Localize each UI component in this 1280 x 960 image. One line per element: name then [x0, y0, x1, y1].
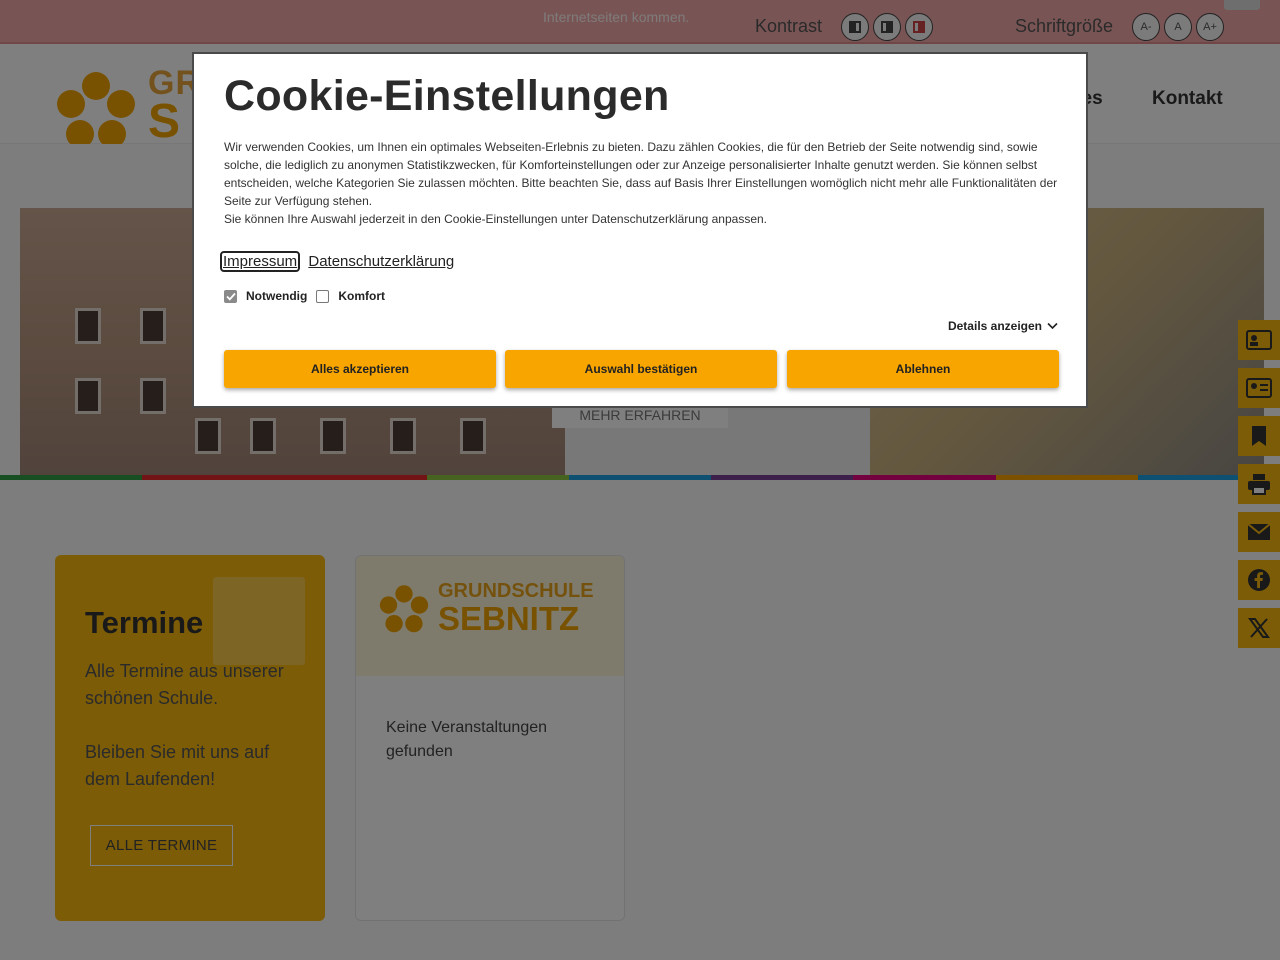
cookie-category-checkboxes: Notwendig Komfort [224, 289, 394, 303]
cookie-links: Impressum Datenschutzerklärung [219, 251, 460, 272]
checkmark-icon [225, 292, 236, 301]
notwendig-label: Notwendig [246, 289, 308, 303]
cookie-description-text: Wir verwenden Cookies, um Ihnen ein opti… [224, 140, 1058, 208]
notwendig-checkbox[interactable] [224, 289, 237, 303]
impressum-link[interactable]: Impressum [219, 251, 301, 272]
confirm-selection-button[interactable]: Auswahl bestätigen [505, 350, 777, 388]
details-toggle[interactable]: Details anzeigen [948, 319, 1058, 333]
komfort-label: Komfort [338, 289, 385, 303]
cookie-settings-dialog: Cookie-Einstellungen Wir verwenden Cooki… [192, 52, 1088, 408]
cookie-description-text-2: Sie können Ihre Auswahl jederzeit in den… [224, 212, 768, 226]
details-label: Details anzeigen [947, 319, 1042, 333]
komfort-checkbox[interactable] [316, 289, 330, 303]
accept-all-button[interactable]: Alles akzeptieren [224, 350, 496, 388]
reject-button[interactable]: Ablehnen [787, 350, 1059, 388]
cookie-dialog-title: Cookie-Einstellungen [224, 72, 670, 120]
chevron-down-icon [1047, 322, 1058, 330]
datenschutz-link[interactable]: Datenschutzerklärung [308, 253, 454, 270]
cookie-description: Wir verwenden Cookies, um Ihnen ein opti… [224, 138, 1064, 228]
